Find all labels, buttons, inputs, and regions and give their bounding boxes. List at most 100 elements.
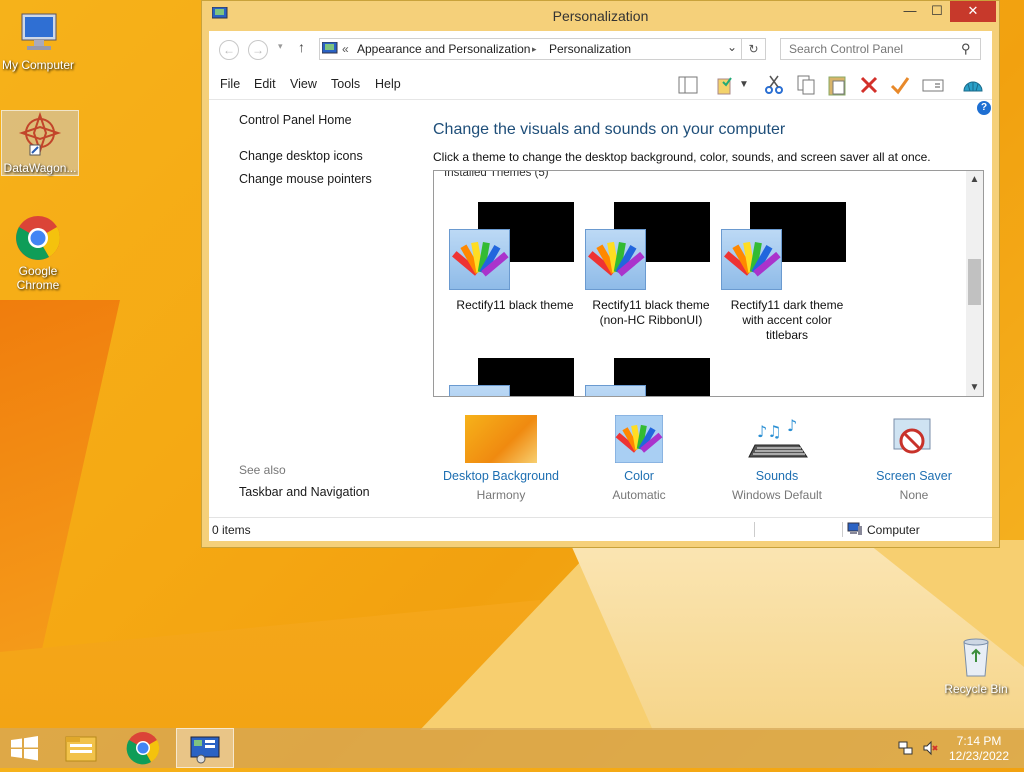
setting-value: None [899, 488, 929, 502]
change-desktop-icons-link[interactable]: Change desktop icons [239, 149, 363, 163]
refresh-button[interactable]: ↻ [742, 38, 766, 60]
windows-logo-icon [11, 736, 38, 761]
maximize-button[interactable]: ☐ [924, 1, 950, 22]
color-palette-icon [585, 229, 646, 290]
sounds-setting[interactable]: ♪♫ ♪ Sounds Windows Default [707, 415, 847, 502]
help-icon[interactable]: ? [977, 101, 991, 115]
minimize-button[interactable]: — [896, 1, 924, 22]
theme-list-scrollbar[interactable]: ▲ ▼ [966, 171, 983, 396]
close-button[interactable]: ✕ [950, 1, 996, 22]
breadcrumb-overflow[interactable]: « [342, 42, 349, 56]
search-icon[interactable]: ⚲ [961, 41, 971, 57]
control-panel-home-link[interactable]: Control Panel Home [239, 113, 352, 127]
status-bar: 0 items Computer [209, 517, 992, 541]
forward-button[interactable]: → [248, 40, 268, 60]
menu-file[interactable]: File [220, 77, 240, 91]
address-dropdown-icon[interactable]: ⌄ [727, 40, 737, 54]
file-explorer-taskbar-button[interactable] [54, 728, 110, 768]
chrome-icon [14, 214, 62, 262]
setting-value: Harmony [476, 488, 526, 502]
desktop-icon-datawagon[interactable]: DataWagon... [1, 110, 79, 176]
theme-name: Rectify11 black theme (non-HC RibbonUI) [592, 298, 710, 327]
menu-tools[interactable]: Tools [331, 77, 360, 91]
search-input[interactable] [780, 38, 981, 60]
control-panel-icon [190, 736, 220, 764]
scroll-up-icon[interactable]: ▲ [966, 171, 983, 188]
theme-name: Rectify11 dark theme with accent color t… [730, 298, 844, 342]
check-icon[interactable] [888, 73, 912, 97]
color-palette-icon [614, 414, 664, 464]
layout-icon[interactable] [676, 73, 700, 97]
copy-icon[interactable] [794, 73, 818, 97]
page-heading: Change the visuals and sounds on your co… [433, 121, 786, 138]
svg-text:♪: ♪ [787, 416, 797, 435]
computer-icon [14, 8, 62, 56]
window-title: Personalization [552, 8, 649, 24]
properties-icon[interactable] [714, 73, 738, 97]
desktop-background-setting[interactable]: Desktop Background Harmony [431, 415, 571, 502]
delete-icon[interactable] [857, 73, 881, 97]
sounds-icon: ♪♫ ♪ [741, 415, 813, 463]
control-panel-taskbar-button[interactable] [176, 728, 234, 768]
change-mouse-pointers-link[interactable]: Change mouse pointers [239, 172, 372, 186]
theme-list[interactable]: Installed Themes (5) Rectify11 black the… [433, 170, 984, 397]
location-label: Computer [867, 523, 920, 537]
scroll-thumb[interactable] [968, 259, 981, 305]
desktop-icon-my-computer[interactable]: My Computer [0, 8, 76, 72]
desktop-icon-label: Google Chrome [16, 264, 60, 292]
datawagon-icon [16, 111, 64, 159]
menu-view[interactable]: View [290, 77, 317, 91]
rename-icon[interactable] [921, 73, 945, 97]
recycle-bin-icon [952, 632, 1000, 680]
paste-icon[interactable] [825, 73, 849, 97]
desktop-icon-chrome[interactable]: Google Chrome [0, 214, 76, 292]
chrome-taskbar-button[interactable] [115, 728, 171, 768]
chrome-icon [126, 732, 160, 765]
menu-edit[interactable]: Edit [254, 77, 276, 91]
scroll-down-icon[interactable]: ▼ [966, 379, 983, 396]
screen-saver-setting[interactable]: Screen Saver None [844, 415, 984, 502]
desktop-icon-label: DataWagon... [3, 161, 77, 175]
breadcrumb[interactable]: « Appearance and Personalization ▸ Perso… [319, 38, 742, 60]
color-palette-icon [449, 229, 510, 290]
taskbar: 7:14 PM 12/23/2022 [0, 728, 1024, 768]
dropdown-arrow-icon[interactable]: ▼ [739, 73, 751, 97]
shell-icon[interactable] [961, 73, 985, 97]
see-also-label: See also [239, 463, 286, 477]
recent-pages-icon[interactable]: ▾ [278, 41, 283, 52]
cut-icon[interactable] [762, 73, 786, 97]
color-palette-icon [449, 385, 510, 396]
page-description: Click a theme to change the desktop back… [433, 150, 931, 164]
start-button[interactable] [0, 728, 56, 768]
setting-label[interactable]: Screen Saver [844, 469, 984, 483]
clock[interactable]: 7:14 PM 12/23/2022 [944, 734, 1014, 764]
color-palette-icon [585, 385, 646, 396]
address-bar: ← → ▾ ↑ « Appearance and Personalization… [209, 31, 992, 69]
personalization-window: Personalization — ☐ ✕ ← → ▾ ↑ « Appearan… [201, 0, 1000, 548]
breadcrumb-personalization[interactable]: Personalization [549, 42, 631, 56]
menu-help[interactable]: Help [375, 77, 401, 91]
desktop-icon-recycle-bin[interactable]: Recycle Bin [938, 632, 1014, 696]
setting-label[interactable]: Color [569, 469, 709, 483]
folder-icon [65, 736, 97, 762]
setting-value: Automatic [612, 488, 666, 502]
color-setting[interactable]: Color Automatic [569, 414, 709, 502]
setting-label[interactable]: Desktop Background [431, 469, 571, 483]
wallpaper-thumbnail-icon [465, 415, 537, 463]
back-button[interactable]: ← [219, 40, 239, 60]
breadcrumb-appearance[interactable]: Appearance and Personalization [357, 42, 530, 56]
desktop-icon-label: Recycle Bin [944, 682, 1008, 696]
breadcrumb-separator: ▸ [532, 44, 537, 54]
desktop-icon-label: My Computer [1, 58, 75, 72]
setting-label[interactable]: Sounds [707, 469, 847, 483]
clock-time: 7:14 PM [956, 734, 1002, 748]
color-palette-icon [721, 229, 782, 290]
taskbar-navigation-link[interactable]: Taskbar and Navigation [239, 485, 370, 499]
up-arrow-icon[interactable]: ↑ [298, 39, 305, 55]
window-client: ← → ▾ ↑ « Appearance and Personalization… [209, 31, 992, 541]
item-count: 0 items [212, 523, 251, 537]
title-bar[interactable]: Personalization — ☐ ✕ [202, 1, 999, 31]
network-icon[interactable] [898, 740, 914, 759]
volume-muted-icon[interactable] [922, 740, 938, 759]
control-panel-icon [321, 41, 338, 59]
